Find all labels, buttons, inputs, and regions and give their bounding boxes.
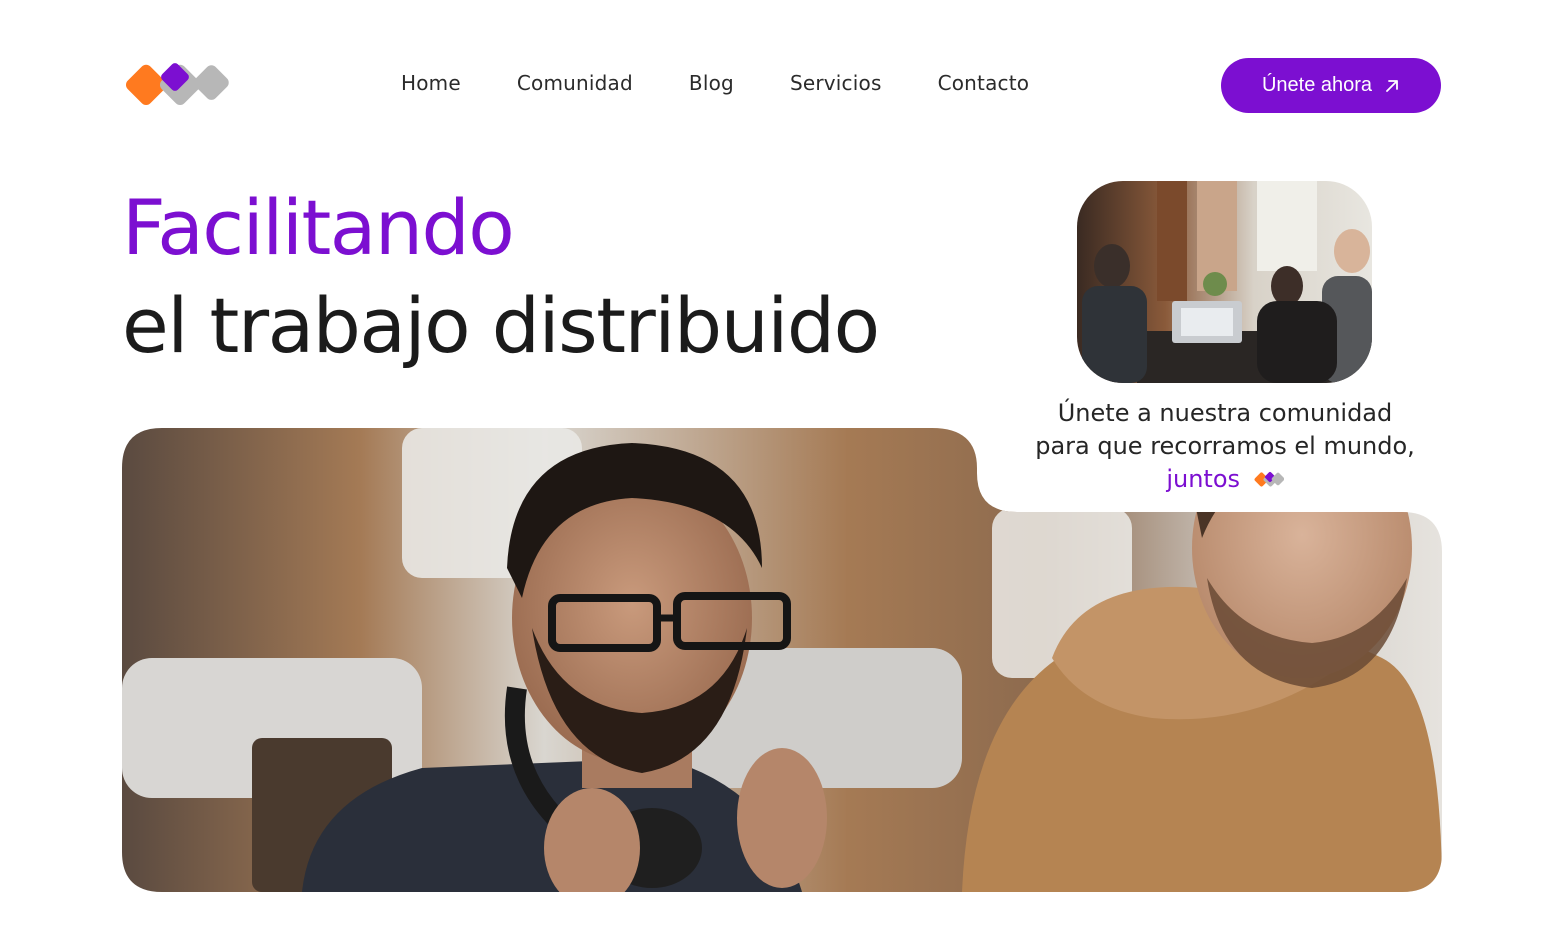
join-now-label: Únete ahora <box>1261 74 1373 96</box>
nav-comunidad[interactable]: Comunidad <box>517 71 633 95</box>
nav-contacto[interactable]: Contacto <box>938 71 1030 95</box>
nav-home[interactable]: Home <box>401 71 461 95</box>
hero-title-accent: Facilitando <box>122 183 515 272</box>
nav-servicios[interactable]: Servicios <box>790 71 882 95</box>
main-nav: Home Comunidad Blog Servicios Contacto <box>401 71 1029 95</box>
arrow-up-right-icon <box>1386 79 1398 92</box>
hero-image <box>122 428 1442 892</box>
join-now-button[interactable]: Únete ahora <box>1221 58 1441 113</box>
brand-logo[interactable] <box>122 62 232 112</box>
hero-title: el trabajo distribuido <box>122 281 880 370</box>
team-meeting-image <box>1077 181 1372 383</box>
tagline-line1: Únete a nuestra comunidad <box>1057 399 1393 427</box>
nav-blog[interactable]: Blog <box>689 71 734 95</box>
